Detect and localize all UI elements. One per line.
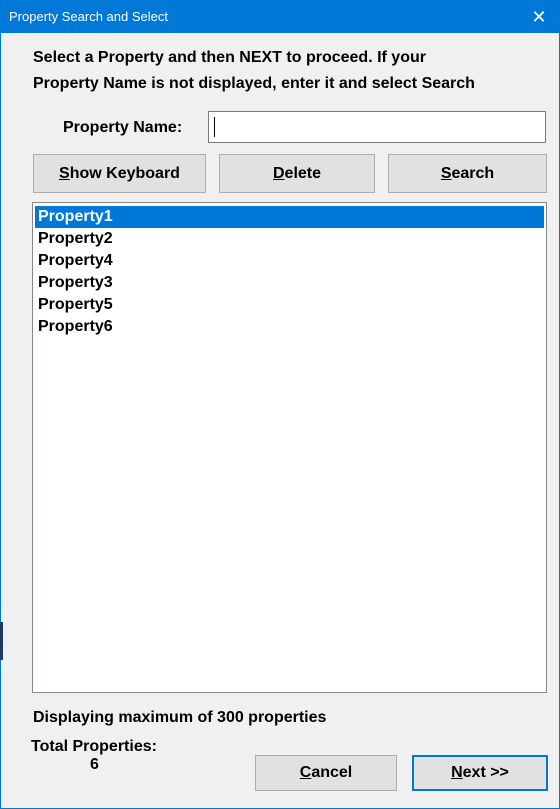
property-name-input[interactable] <box>208 111 546 143</box>
show-keyboard-button[interactable]: Show Keyboard <box>33 154 206 193</box>
delete-mnemonic: D <box>272 164 285 182</box>
next-label: ext >> <box>462 764 509 781</box>
instructions: Select a Property and then NEXT to proce… <box>33 45 553 97</box>
text-caret <box>214 117 215 137</box>
delete-label: elete <box>284 164 322 182</box>
list-item[interactable]: Property6 <box>35 316 544 338</box>
total-properties-value: 6 <box>90 756 99 773</box>
window-title: Property Search and Select <box>9 9 168 24</box>
search-label: earch <box>451 164 495 182</box>
total-properties-label: Total Properties: <box>31 738 157 755</box>
instructions-line-2: Property Name is not displayed, enter it… <box>33 75 475 92</box>
cancel-button[interactable]: Cancel <box>255 755 397 791</box>
next-button[interactable]: Next >> <box>412 755 548 791</box>
next-mnemonic: N <box>451 764 463 781</box>
search-mnemonic: S <box>440 164 452 182</box>
background-window-edge <box>0 622 3 660</box>
title-bar: Property Search and Select ✕ <box>1 1 559 33</box>
delete-button[interactable]: Delete <box>219 154 375 193</box>
property-search-dialog: Property Search and Select ✕ Select a Pr… <box>0 0 560 809</box>
cancel-mnemonic: C <box>299 764 312 781</box>
close-icon[interactable]: ✕ <box>519 1 559 33</box>
search-button[interactable]: Search <box>388 154 547 193</box>
show-keyboard-label: how Keyboard <box>69 164 180 182</box>
list-item[interactable]: Property1 <box>35 206 544 228</box>
list-item[interactable]: Property4 <box>35 250 544 272</box>
list-item[interactable]: Property5 <box>35 294 544 316</box>
show-keyboard-mnemonic: S <box>59 164 70 182</box>
property-name-label: Property Name: <box>63 119 183 136</box>
cancel-label: ancel <box>311 764 353 781</box>
max-display-note: Displaying maximum of 300 properties <box>33 709 327 726</box>
property-list[interactable]: Property1 Property2 Property4 Property3 Prop… <box>32 202 547 693</box>
list-item[interactable]: Property2 <box>35 228 544 250</box>
instructions-line-1: Select a Property and then NEXT to proce… <box>33 49 426 66</box>
list-item[interactable]: Property3 <box>35 272 544 294</box>
